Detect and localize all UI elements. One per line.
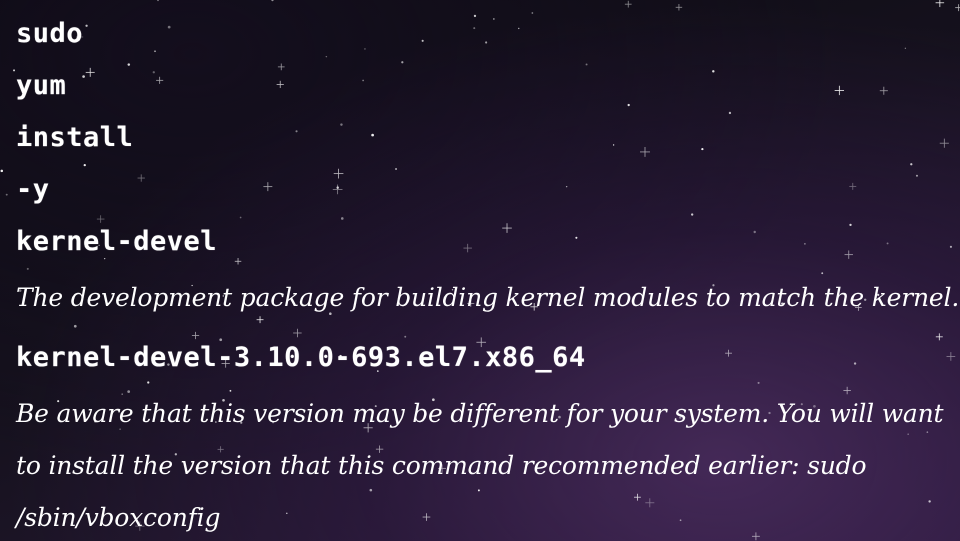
star-sparkle <box>946 352 956 361</box>
command-token-package: kernel-devel <box>16 226 218 257</box>
package-version: kernel-devel-3.10.0-693.el7.x86_64 <box>16 342 586 373</box>
star-dot <box>5 193 8 196</box>
command-token-flag: -y <box>16 174 50 205</box>
package-description: The development package for building ker… <box>16 283 960 312</box>
star-dot <box>0 169 4 173</box>
star-dot <box>271 0 274 2</box>
slide-content: sudo yum install -y kernel-devel The dev… <box>16 8 960 541</box>
star-sparkle <box>955 4 960 12</box>
star-dot <box>157 0 159 2</box>
star-dot <box>13 69 16 72</box>
star-sparkle <box>935 0 945 8</box>
command-token-install: install <box>16 122 134 153</box>
command-token-yum: yum <box>16 70 67 101</box>
version-warning: Be aware that this version may be differ… <box>16 399 944 532</box>
star-sparkle <box>624 0 632 8</box>
star-dot <box>949 245 953 248</box>
command-token-sudo: sudo <box>16 18 84 49</box>
